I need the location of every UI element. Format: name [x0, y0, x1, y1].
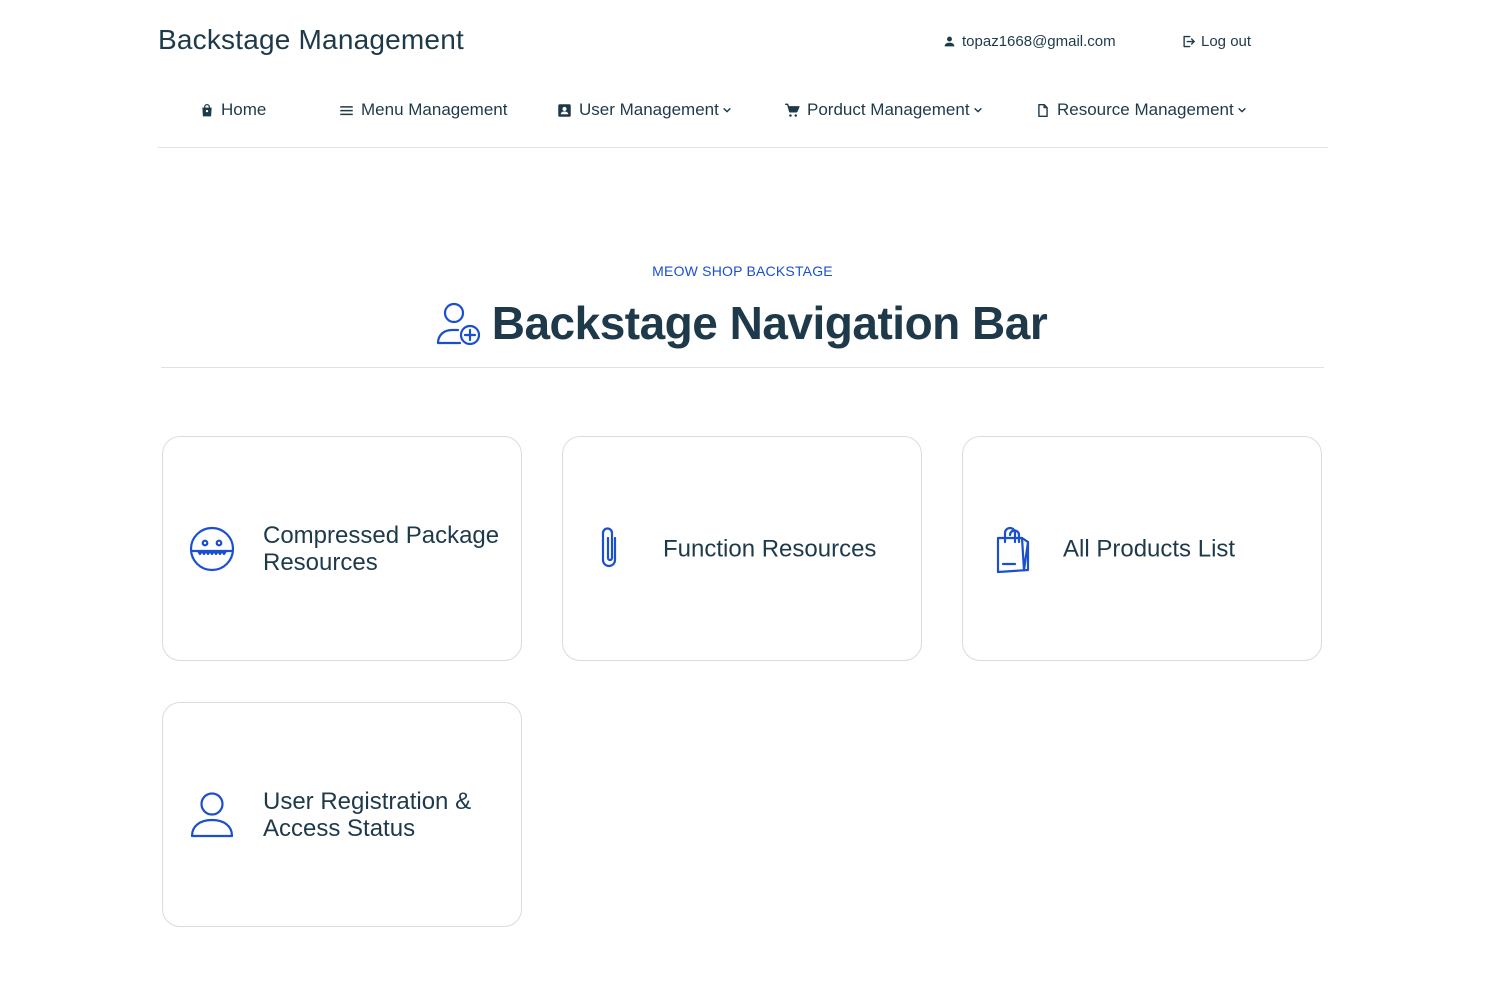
nav-item-label: User Management [579, 100, 719, 119]
logout-label: Log out [1201, 33, 1252, 50]
user-email: topaz1668@gmail.com [962, 33, 1116, 50]
user-add-icon [434, 299, 482, 347]
chevron-down-icon [1237, 105, 1247, 115]
card-function-resources[interactable]: Function Resources [562, 436, 922, 661]
contact-card-icon [557, 103, 572, 118]
main-nav: Home Menu Management User Management Por… [158, 92, 1328, 148]
card-compressed-package-resources[interactable]: Compressed Package Resources [162, 436, 522, 661]
shopping-bag-icon [993, 524, 1035, 574]
file-icon [1036, 103, 1050, 118]
user-account[interactable]: topaz1668@gmail.com [943, 33, 1116, 50]
brand-title[interactable]: Backstage Management [158, 24, 464, 56]
nav-item-label: Menu Management [361, 100, 508, 119]
card-label: Function Resources [663, 535, 877, 562]
divider [161, 367, 1324, 368]
nav-item-label: Home [221, 100, 267, 119]
zip-face-icon [189, 526, 235, 572]
person-icon [943, 35, 956, 48]
chevron-down-icon [973, 105, 983, 115]
menu-icon [339, 104, 354, 117]
card-label: User Registration & Access Status [263, 787, 472, 842]
shopping-bag-icon [200, 103, 214, 118]
card-label: All Products List [1063, 535, 1236, 562]
page: Backstage Management topaz1668@gmail.com… [0, 0, 1491, 984]
paperclip-icon [595, 524, 625, 574]
nav-item-resource-management[interactable]: Resource Management [1036, 100, 1247, 120]
hero-eyebrow: MEOW SHOP BACKSTAGE [652, 263, 833, 279]
logout-icon [1181, 34, 1196, 49]
shopping-cart-icon [784, 103, 800, 118]
card-label: Compressed Package Resources [263, 521, 500, 576]
card-user-registration-access-status[interactable]: User Registration & Access Status [162, 702, 522, 927]
user-icon [189, 791, 235, 839]
nav-item-user-management[interactable]: User Management [557, 100, 732, 120]
nav-item-label: Porduct Management [807, 100, 970, 119]
card-all-products-list[interactable]: All Products List [962, 436, 1322, 661]
page-title: Backstage Navigation Bar [491, 297, 1048, 349]
nav-item-menu-management[interactable]: Menu Management [339, 100, 507, 120]
nav-item-product-management[interactable]: Porduct Management [784, 100, 983, 120]
logout-button[interactable]: Log out [1181, 33, 1251, 50]
nav-item-home[interactable]: Home [200, 100, 266, 120]
nav-item-label: Resource Management [1057, 100, 1234, 119]
hero-heading: Backstage Navigation Bar [0, 296, 1491, 350]
chevron-down-icon [722, 105, 732, 115]
